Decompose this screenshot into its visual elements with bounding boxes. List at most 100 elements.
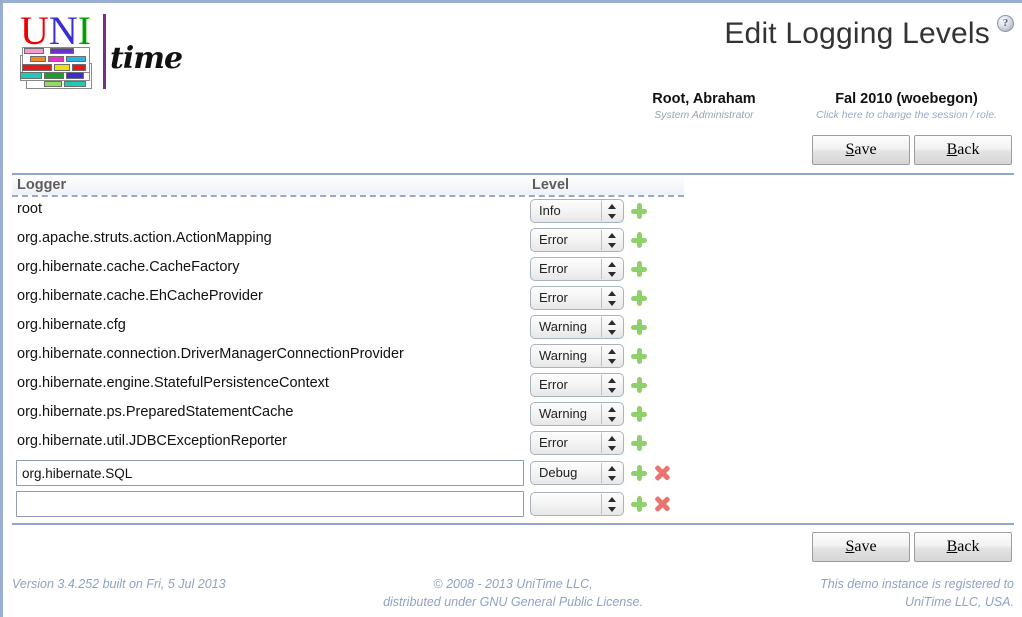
delete-row-icon[interactable] <box>654 465 670 481</box>
level-cell: Error <box>530 373 647 397</box>
footer-copyright: © 2008 - 2013 UniTime LLC, distributed u… <box>346 575 680 611</box>
add-row-icon[interactable] <box>631 377 647 393</box>
level-cell: Debug <box>530 461 670 485</box>
level-cell: Error <box>530 228 647 252</box>
session-change-link[interactable]: Click here to change the session / role. <box>799 108 1014 122</box>
chevron-updown-icon <box>608 407 617 422</box>
logger-name: org.hibernate.cache.CacheFactory <box>17 259 240 275</box>
add-row-icon[interactable] <box>631 203 647 219</box>
logo-uni-text: UNI <box>20 11 91 51</box>
chevron-updown-icon <box>608 378 617 393</box>
back-button-top[interactable]: Back <box>914 135 1012 165</box>
add-row-icon[interactable] <box>631 406 647 422</box>
logger-name: org.hibernate.util.JDBCExceptionReporter <box>17 433 287 449</box>
level-select[interactable]: Debug <box>530 461 624 485</box>
level-select[interactable]: Error <box>530 373 624 397</box>
level-select-divider <box>601 230 602 250</box>
add-row-icon[interactable] <box>631 465 647 481</box>
save-label-bottom: ave <box>854 538 877 555</box>
save-button-top[interactable]: Save <box>812 135 910 165</box>
level-cell: Warning <box>530 402 647 426</box>
logger-name-input[interactable] <box>16 491 524 517</box>
add-row-icon[interactable] <box>631 348 647 364</box>
level-select-divider <box>601 346 602 366</box>
level-cell: Warning <box>530 315 647 339</box>
logger-name: org.hibernate.connection.DriverManagerCo… <box>17 346 404 362</box>
table-row: org.hibernate.cache.CacheFactory Error <box>12 255 684 284</box>
table-row: Debug <box>12 458 684 489</box>
table-header-row: Logger Level <box>12 175 684 197</box>
chevron-updown-icon <box>608 233 617 248</box>
save-accel-top: S <box>845 141 855 158</box>
help-icon[interactable]: ? <box>997 15 1014 32</box>
user-role: System Administrator <box>654 109 754 121</box>
add-row-icon[interactable] <box>631 261 647 277</box>
level-select-divider <box>601 494 602 514</box>
add-row-icon[interactable] <box>631 232 647 248</box>
bottom-button-bar: Save Back <box>3 532 1022 568</box>
back-accel-top: B <box>946 141 958 158</box>
level-cell: Error <box>530 257 647 281</box>
delete-row-icon[interactable] <box>654 496 670 512</box>
column-header-logger: Logger <box>17 177 67 193</box>
table-row: org.hibernate.util.JDBCExceptionReporter… <box>12 429 684 458</box>
chevron-updown-icon <box>608 320 617 335</box>
table-row: root Info <box>12 197 684 226</box>
footer-registration: This demo instance is registered to UniT… <box>680 575 1014 611</box>
add-row-icon[interactable] <box>631 496 647 512</box>
chevron-updown-icon <box>608 436 617 451</box>
logger-name: org.apache.struts.action.ActionMapping <box>17 230 272 246</box>
chevron-updown-icon <box>608 262 617 277</box>
footer-registration-line2: UniTime LLC, USA. <box>905 595 1014 609</box>
logging-levels-table: Logger Level root Info org.apache.struts.a… <box>12 175 684 520</box>
level-select[interactable]: Error <box>530 257 624 281</box>
logger-name: org.hibernate.ps.PreparedStatementCache <box>17 404 294 420</box>
table-row: org.apache.struts.action.ActionMapping Er… <box>12 226 684 255</box>
level-select-value: Warning <box>539 319 587 334</box>
table-row: org.hibernate.engine.StatefulPersistence… <box>12 371 684 400</box>
add-row-icon[interactable] <box>631 435 647 451</box>
chevron-updown-icon <box>608 497 617 512</box>
level-select[interactable]: Info <box>530 199 624 223</box>
level-select[interactable]: Error <box>530 286 624 310</box>
level-select-divider <box>601 433 602 453</box>
logo-divider <box>103 14 106 89</box>
chevron-updown-icon <box>608 291 617 306</box>
level-select[interactable]: Error <box>530 228 624 252</box>
logger-name-input[interactable] <box>16 460 524 486</box>
level-select-divider <box>601 201 602 221</box>
back-button-bottom[interactable]: Back <box>914 532 1012 562</box>
session-name: Fal 2010 (woebegon) <box>835 91 978 107</box>
logger-name: org.hibernate.cfg <box>17 317 126 333</box>
table-row: org.hibernate.cfg Warning <box>12 313 684 342</box>
level-select-divider <box>601 463 602 483</box>
footer-copyright-line2: distributed under GNU General Public Lic… <box>383 595 643 609</box>
level-cell: Info <box>530 199 647 223</box>
level-select[interactable]: Error <box>530 431 624 455</box>
level-select[interactable]: Warning <box>530 402 624 426</box>
add-row-icon[interactable] <box>631 290 647 306</box>
level-select-value: Error <box>539 232 568 247</box>
table-row <box>12 489 684 520</box>
save-label-top: ave <box>854 141 877 158</box>
level-select-value: Warning <box>539 348 587 363</box>
table-row: org.hibernate.connection.DriverManagerCo… <box>12 342 684 371</box>
chevron-updown-icon <box>608 466 617 481</box>
level-select[interactable]: Warning <box>530 344 624 368</box>
level-cell: Error <box>530 431 647 455</box>
unitime-logo: UNI time <box>18 11 183 91</box>
add-row-icon[interactable] <box>631 319 647 335</box>
logo-time-text: time <box>110 41 183 76</box>
footer-version: Version 3.4.252 built on Fri, 5 Jul 2013 <box>12 577 226 591</box>
footer-copyright-line1: © 2008 - 2013 UniTime LLC, <box>433 577 593 591</box>
logo-grid-icon <box>20 47 102 91</box>
level-select-divider <box>601 317 602 337</box>
save-button-bottom[interactable]: Save <box>812 532 910 562</box>
session-block[interactable]: Fal 2010 (woebegon) Click here to change… <box>799 91 1014 122</box>
level-select-value: Debug <box>539 465 578 480</box>
logger-name: org.hibernate.cache.EhCacheProvider <box>17 288 263 304</box>
footer-registration-line1: This demo instance is registered to <box>820 577 1014 591</box>
level-select[interactable] <box>530 492 624 516</box>
level-select[interactable]: Warning <box>530 315 624 339</box>
page-header: UNI time Edit Logging Levels ? Root, Abr… <box>3 3 1022 135</box>
